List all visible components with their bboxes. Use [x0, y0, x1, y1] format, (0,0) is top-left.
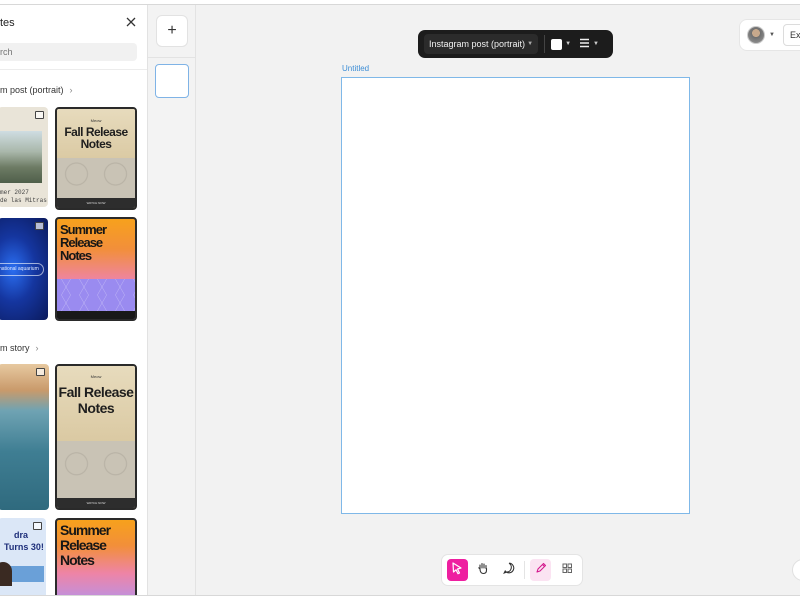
plus-icon: +	[167, 22, 177, 39]
canvas-size-select[interactable]: Instagram post (portrait) ▼	[424, 34, 539, 54]
template-footer	[57, 311, 135, 319]
template-card-birthday[interactable]: dra Turns 30!	[0, 518, 46, 595]
chevron-right-icon: ›	[69, 85, 73, 95]
template-pattern	[57, 441, 135, 498]
template-headline: Notes	[60, 552, 95, 568]
template-headline: Summer	[60, 522, 111, 538]
template-headline: Turns 30!	[4, 542, 44, 552]
chevron-down-icon: ▼	[593, 41, 599, 47]
template-portrait	[0, 562, 12, 586]
avatar[interactable]	[747, 26, 765, 44]
template-card-coast[interactable]	[0, 364, 49, 510]
chevron-down-icon: ▼	[527, 41, 534, 47]
divider	[544, 35, 546, 53]
template-search-input[interactable]	[0, 43, 137, 61]
grid-icon	[560, 561, 574, 580]
template-type-icon	[36, 368, 45, 376]
template-footer: WATCH NOW	[57, 498, 135, 508]
divider	[524, 561, 526, 579]
select-tool-button[interactable]	[447, 559, 468, 581]
background-color-button[interactable]: ▼	[551, 38, 572, 50]
artboard[interactable]	[341, 77, 690, 514]
hand-tool-button[interactable]	[473, 559, 494, 581]
canvas-toolbar: Instagram post (portrait) ▼ ▼ ▼	[418, 30, 613, 58]
apps-button[interactable]	[556, 559, 577, 581]
template-card-fall-release[interactable]: Meow Fall Release Notes WATCH NOW	[55, 107, 137, 210]
templates-panel: tes m post (portrait) › mer 2027 de las …	[0, 5, 148, 595]
template-card-summer-release[interactable]: Summer Release Notes	[55, 217, 137, 321]
template-brand: Meow	[90, 374, 102, 379]
section-title-label: m story	[0, 343, 30, 353]
template-headline: dra	[14, 530, 29, 540]
template-caption: de las Mitras	[0, 197, 47, 204]
template-type-icon	[35, 111, 44, 119]
template-headline: Notes	[80, 137, 112, 151]
section-instagram-story[interactable]: m story ›	[0, 343, 39, 353]
select-pointer-icon	[450, 561, 464, 580]
template-footer: WATCH NOW	[57, 198, 135, 208]
artboard-title[interactable]: Untitled	[342, 64, 369, 73]
draw-icon	[534, 561, 548, 580]
hand-icon	[476, 561, 490, 580]
template-card-mountain[interactable]: mer 2027 de las Mitras	[0, 107, 48, 207]
help-button[interactable]	[792, 559, 800, 581]
align-icon	[579, 35, 590, 53]
template-pattern	[57, 279, 135, 313]
tools-toolbar	[441, 554, 583, 586]
canvas-size-label: Instagram post (portrait)	[429, 39, 526, 49]
add-page-button[interactable]: +	[156, 15, 188, 47]
section-instagram-post[interactable]: m post (portrait) ›	[0, 85, 73, 95]
color-swatch	[551, 38, 563, 50]
arrange-button[interactable]: ▼	[579, 35, 599, 53]
template-photo	[0, 131, 42, 183]
template-card-fall-release-story[interactable]: Meow Fall Release Notes WATCH NOW	[55, 364, 137, 510]
template-headline: Fall Release	[58, 384, 134, 400]
template-headline: Notes	[77, 400, 115, 416]
section-title-label: m post (portrait)	[0, 85, 64, 95]
template-headline: Release	[60, 537, 107, 553]
panel-title: tes	[0, 17, 15, 29]
template-label: national aquarium	[0, 263, 44, 276]
divider	[148, 57, 196, 58]
template-type-icon	[35, 222, 44, 230]
template-pattern	[57, 158, 135, 198]
template-type-icon	[33, 522, 42, 530]
chevron-right-icon: ›	[35, 343, 39, 353]
template-brand: Meow	[90, 118, 102, 123]
page-thumbnail[interactable]	[155, 64, 189, 98]
template-caption: mer 2027	[0, 189, 29, 196]
chevron-down-icon: ▼	[565, 41, 572, 47]
comment-tool-button[interactable]	[499, 559, 520, 581]
divider	[0, 69, 147, 70]
pages-column: +	[148, 5, 196, 595]
template-headline: Notes	[60, 248, 92, 263]
template-card-summer-release-story[interactable]: Summer Release Notes	[55, 518, 137, 595]
top-right-controls: ▼ Exp	[739, 19, 800, 51]
export-button[interactable]: Exp	[782, 24, 800, 46]
close-icon[interactable]	[124, 15, 138, 29]
chevron-down-icon[interactable]: ▼	[769, 32, 775, 38]
editor-window: tes m post (portrait) › mer 2027 de las …	[0, 4, 800, 596]
draw-tool-button[interactable]	[530, 559, 552, 581]
template-card-aquarium[interactable]: national aquarium	[0, 218, 48, 320]
comment-icon	[502, 561, 516, 580]
